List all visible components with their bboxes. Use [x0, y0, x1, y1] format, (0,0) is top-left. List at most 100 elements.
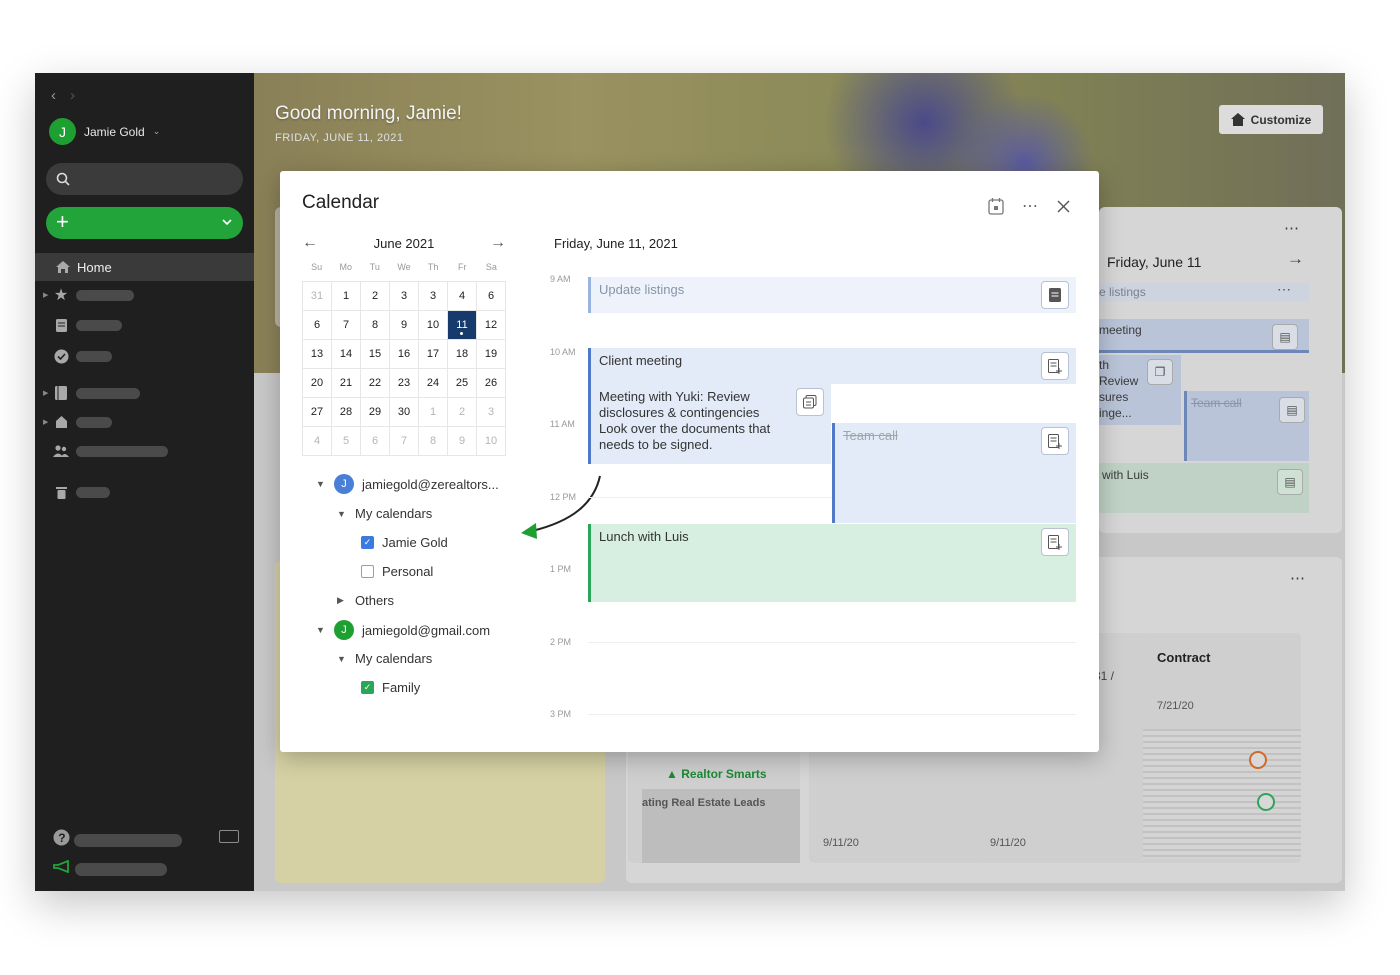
calendar-day[interactable]: 26: [477, 369, 506, 398]
arrow-right-icon[interactable]: →: [490, 234, 506, 252]
more-icon[interactable]: ⋯: [1284, 219, 1300, 237]
caret-right-icon[interactable]: ▶: [337, 595, 347, 606]
more-icon[interactable]: ⋯: [1022, 196, 1039, 216]
sidebar-item-notes[interactable]: [43, 316, 122, 334]
calendar-day[interactable]: 4: [448, 282, 477, 311]
add-note-icon[interactable]: [1041, 528, 1069, 556]
calendar-group[interactable]: ▼ My calendars: [337, 651, 432, 666]
caret-down-icon[interactable]: ▼: [316, 625, 326, 635]
calendar-day[interactable]: 16: [390, 340, 419, 369]
calendar-day[interactable]: 7: [332, 311, 361, 340]
calendar-day[interactable]: 31: [303, 282, 332, 311]
calendar-day[interactable]: 18: [448, 340, 477, 369]
checkbox-checked[interactable]: ✓: [361, 681, 374, 694]
calendar-day[interactable]: 2: [448, 398, 477, 427]
account-switcher[interactable]: J Jamie Gold ⌄: [49, 118, 160, 145]
more-icon[interactable]: ⋯: [1277, 281, 1291, 298]
notes-icon[interactable]: ❐: [1147, 359, 1173, 385]
calendar-day[interactable]: 27: [303, 398, 332, 427]
forward-arrow-icon[interactable]: ›: [70, 87, 75, 104]
calendar-day[interactable]: 12: [477, 311, 506, 340]
sidebar-item-notebooks[interactable]: ▶: [43, 384, 140, 402]
caret-down-icon[interactable]: ▼: [316, 479, 326, 489]
note-icon[interactable]: [1041, 281, 1069, 309]
calendar-day[interactable]: 13: [303, 340, 332, 369]
calendar-day[interactable]: 11: [448, 311, 477, 340]
calendar-day[interactable]: 25: [448, 369, 477, 398]
calendar-day[interactable]: 29: [361, 398, 390, 427]
calendar-day[interactable]: 24: [419, 369, 448, 398]
arrow-right-icon[interactable]: →: [1287, 249, 1304, 269]
event-update-listings[interactable]: Update listings: [588, 277, 1076, 313]
calendar-day[interactable]: 28: [332, 398, 361, 427]
arrow-left-icon[interactable]: ←: [302, 234, 318, 252]
calendar-day[interactable]: 4: [303, 427, 332, 456]
calendar-day[interactable]: 3: [477, 398, 506, 427]
calendar-day[interactable]: 22: [361, 369, 390, 398]
calendar-day[interactable]: 3: [390, 282, 419, 311]
event-meeting-with-yuki[interactable]: Meeting with Yuki: Review disclosures & …: [588, 384, 831, 464]
note-card[interactable]: Contract 7/21/20: [1143, 633, 1301, 863]
calendar-group-others[interactable]: ▶ Others: [337, 593, 394, 608]
event-team-call[interactable]: Team call: [832, 423, 1076, 523]
calendar-day[interactable]: 2: [361, 282, 390, 311]
sidebar-item-trash[interactable]: [43, 483, 110, 501]
notes-icon[interactable]: [796, 388, 824, 416]
search-input[interactable]: [46, 163, 243, 195]
calendar-day[interactable]: 6: [477, 282, 506, 311]
calendar-day[interactable]: 17: [419, 340, 448, 369]
caret-down-icon[interactable]: ▼: [337, 509, 347, 519]
event-client-meeting[interactable]: Client meeting: [588, 348, 1076, 384]
calendar-day[interactable]: 8: [361, 311, 390, 340]
calendar-day[interactable]: 10: [477, 427, 506, 456]
calendar-item-jamie-gold[interactable]: ✓ Jamie Gold: [361, 535, 448, 550]
checkbox-unchecked[interactable]: [361, 565, 374, 578]
new-button[interactable]: +: [46, 207, 243, 239]
add-note-icon[interactable]: ▤: [1272, 324, 1298, 350]
calendar-item-family[interactable]: ✓ Family: [361, 680, 420, 695]
calendar-day[interactable]: 1: [332, 282, 361, 311]
back-arrow-icon[interactable]: ‹: [51, 87, 56, 104]
calendar-day[interactable]: 8: [419, 427, 448, 456]
sidebar-item-home[interactable]: Home: [35, 253, 254, 281]
calendar-day[interactable]: 14: [332, 340, 361, 369]
calendar-day[interactable]: 6: [303, 311, 332, 340]
calendar-day[interactable]: 9: [448, 427, 477, 456]
add-note-icon[interactable]: ▤: [1277, 469, 1303, 495]
calendar-day[interactable]: 19: [477, 340, 506, 369]
calendar-day[interactable]: 30: [390, 398, 419, 427]
calendar-day[interactable]: 7: [390, 427, 419, 456]
calendar-item-personal[interactable]: Personal: [361, 564, 433, 579]
customize-button[interactable]: Customize: [1219, 105, 1323, 134]
caret-down-icon[interactable]: ▼: [337, 654, 347, 664]
calendar-group[interactable]: ▼ My calendars: [337, 506, 432, 521]
calendar-day[interactable]: 23: [390, 369, 419, 398]
sidebar-item-shortcuts[interactable]: ▶ ★: [43, 286, 134, 304]
calendar-day[interactable]: 1: [419, 398, 448, 427]
add-note-icon[interactable]: [1041, 427, 1069, 455]
calendar-day[interactable]: 20: [303, 369, 332, 398]
sidebar-item-tasks[interactable]: [43, 347, 112, 365]
checkbox-checked[interactable]: ✓: [361, 536, 374, 549]
account-row[interactable]: ▼ J jamiegold@zerealtors...: [316, 474, 499, 494]
promo-row[interactable]: [53, 859, 167, 878]
event-lunch-with-luis[interactable]: Lunch with Luis: [588, 524, 1076, 602]
help-row[interactable]: ?: [53, 829, 182, 851]
calendar-day[interactable]: 15: [361, 340, 390, 369]
sidebar-item-shared[interactable]: [43, 442, 168, 460]
keyboard-icon[interactable]: [219, 830, 239, 843]
account-row[interactable]: ▼ J jamiegold@gmail.com: [316, 620, 490, 640]
add-note-icon[interactable]: ▤: [1279, 397, 1305, 423]
sidebar-item-tags[interactable]: ▶: [43, 413, 112, 431]
more-icon[interactable]: ⋯: [1290, 569, 1305, 587]
chevron-down-icon[interactable]: [221, 216, 233, 228]
calendar-day[interactable]: 21: [332, 369, 361, 398]
calendar-day[interactable]: 9: [390, 311, 419, 340]
calendar-day[interactable]: 6: [361, 427, 390, 456]
add-note-icon[interactable]: [1041, 352, 1069, 380]
calendar-icon[interactable]: [988, 197, 1004, 215]
calendar-day[interactable]: 3: [419, 282, 448, 311]
calendar-day[interactable]: 10: [419, 311, 448, 340]
close-icon[interactable]: [1057, 200, 1070, 213]
calendar-day[interactable]: 5: [332, 427, 361, 456]
